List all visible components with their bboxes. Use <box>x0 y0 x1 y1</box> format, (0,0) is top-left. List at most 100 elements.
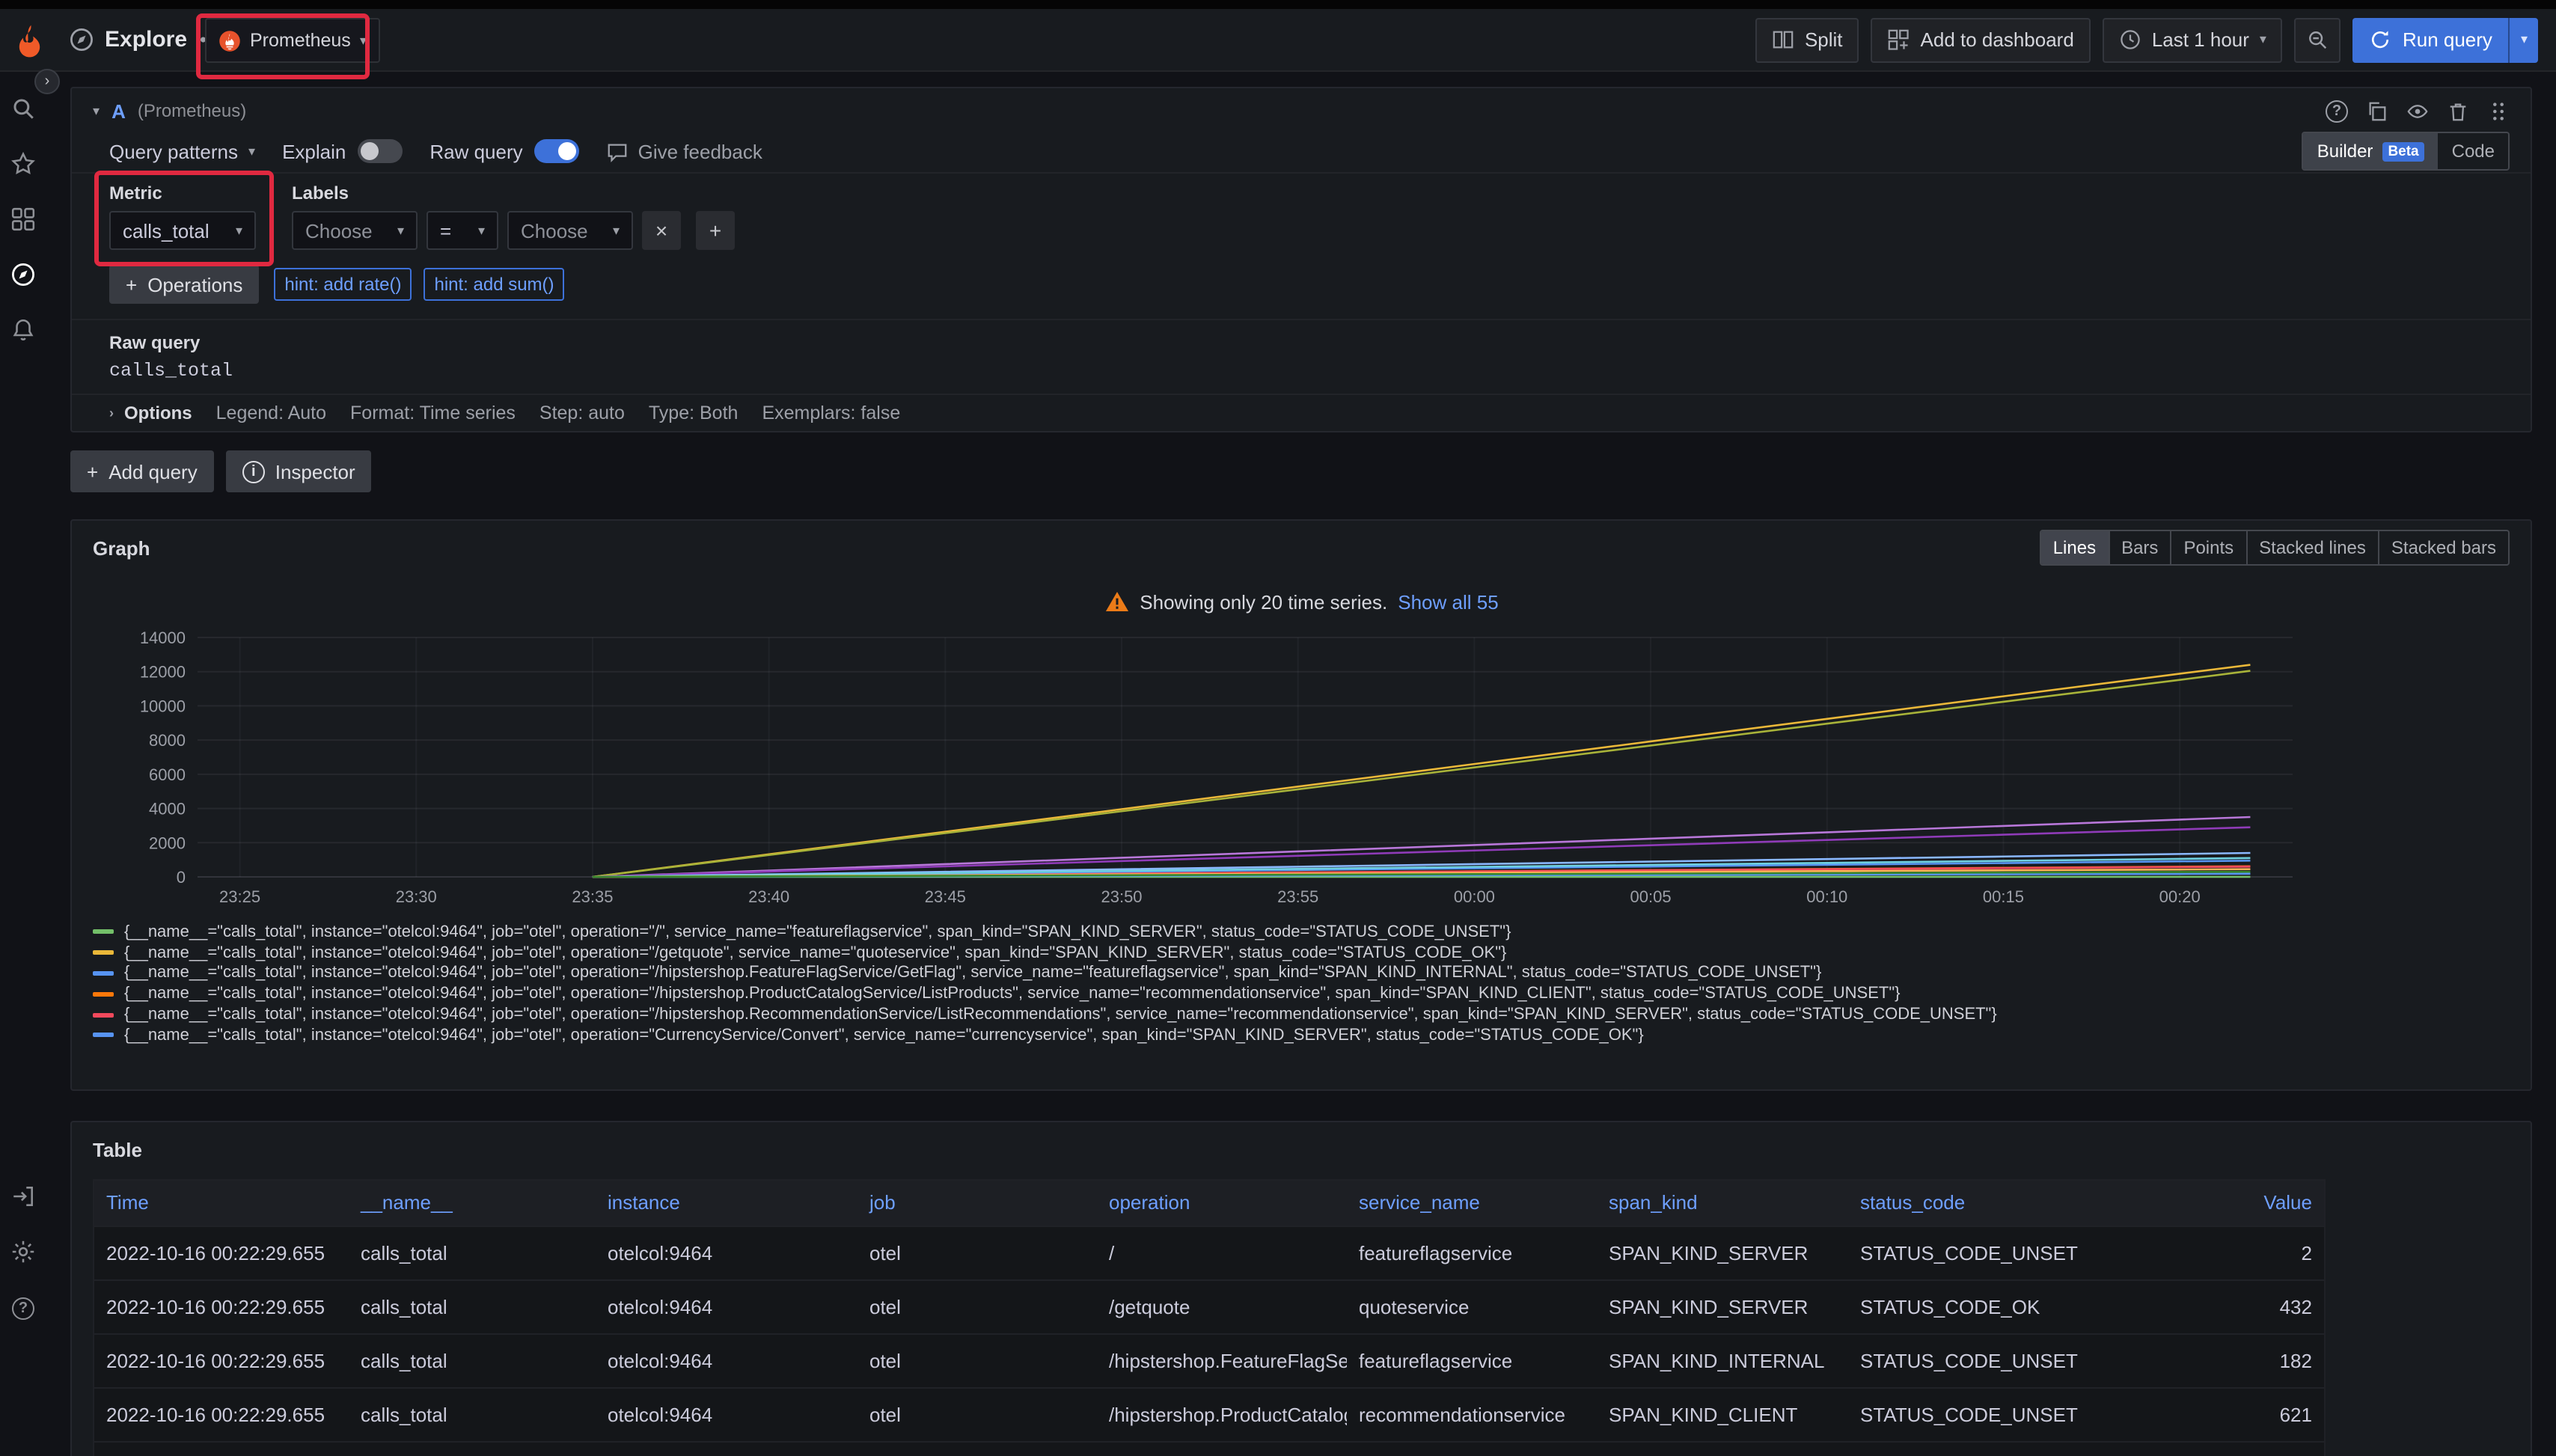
table-cell: STATUS_CODE_UNSET <box>1848 1226 2098 1279</box>
table-column-header-job[interactable]: job <box>857 1181 1097 1226</box>
compass-icon <box>69 27 94 52</box>
table-cell: 432 <box>2098 1279 2324 1333</box>
gear-icon <box>10 1239 36 1264</box>
sidebar-item-search[interactable] <box>10 96 36 121</box>
give-feedback-button[interactable]: Give feedback <box>607 140 762 162</box>
table-cell: otelcol:9464 <box>596 1387 857 1441</box>
explore-header: Explore <box>69 27 220 52</box>
table-column-header-value[interactable]: Value <box>2098 1181 2324 1226</box>
sidebar-expand-button[interactable]: › <box>34 69 60 94</box>
clock-icon <box>2119 28 2141 51</box>
table-column-header-time[interactable]: Time <box>94 1181 349 1226</box>
table-column-header--name-[interactable]: __name__ <box>349 1181 596 1226</box>
chevron-down-icon: ▾ <box>613 224 620 237</box>
table-cell: otelcol:9464 <box>596 1441 857 1456</box>
add-label-filter-button[interactable]: + <box>696 211 735 250</box>
add-query-button[interactable]: + Add query <box>70 450 214 492</box>
query-datasource-hint: (Prometheus) <box>138 100 246 121</box>
drag-handle[interactable] <box>2487 100 2510 122</box>
split-button[interactable]: Split <box>1755 17 1859 62</box>
legend-item[interactable]: {__name__="calls_total", instance="otelc… <box>93 943 2510 964</box>
add-to-dashboard-button[interactable]: Add to dashboard <box>1871 17 2091 62</box>
add-panel-icon <box>1888 28 1910 51</box>
run-query-button[interactable]: Run query <box>2353 17 2509 62</box>
metric-select[interactable]: calls_total ▾ <box>109 211 256 250</box>
options-toggle[interactable]: › Options <box>109 403 192 423</box>
run-query-dropdown[interactable]: ▾ <box>2509 17 2538 62</box>
raw-query-toggle[interactable] <box>535 139 580 163</box>
x-axis-label: 23:25 <box>219 887 260 906</box>
top-navbar: Explore › Prometheus ▾ Split <box>0 9 2556 72</box>
option-summary-item-4: Exemplars: false <box>762 403 900 423</box>
table-cell: recommendationservice <box>1347 1387 1597 1441</box>
datasource-picker[interactable]: Prometheus ▾ <box>205 18 380 63</box>
chevron-right-icon: › <box>109 406 114 420</box>
x-axis-label: 00:20 <box>2159 887 2201 906</box>
remove-query-button[interactable] <box>2447 100 2469 122</box>
query-patterns-dropdown[interactable]: Query patterns ▾ <box>109 140 255 162</box>
graph-canvas[interactable]: 23:2523:3023:3523:4023:4523:5023:5500:00… <box>93 625 2308 919</box>
sidebar-item-settings[interactable] <box>10 1239 36 1264</box>
graph-mode-bars[interactable]: Bars <box>2108 531 2170 564</box>
graph-mode-stacked-lines[interactable]: Stacked lines <box>2245 531 2378 564</box>
explain-toggle[interactable] <box>358 139 403 163</box>
table-cell: STATUS_CODE_OK <box>1848 1279 2098 1333</box>
legend-item[interactable]: {__name__="calls_total", instance="otelc… <box>93 922 2510 943</box>
table-column-header-instance[interactable]: instance <box>596 1181 857 1226</box>
query-help-button[interactable]: ? <box>2326 100 2348 122</box>
x-axis-label: 23:45 <box>925 887 966 906</box>
split-label: Split <box>1805 28 1843 51</box>
inspector-button[interactable]: i Inspector <box>226 450 372 492</box>
legend-label: {__name__="calls_total", instance="otelc… <box>124 985 1901 1003</box>
sidebar-item-dashboards[interactable] <box>10 207 36 232</box>
builder-code-switch: Builder Beta Code <box>2302 132 2510 171</box>
query-builder-body: Metric calls_total ▾ Labels Choose ▾ <box>72 174 2531 319</box>
y-axis-label: 6000 <box>149 765 186 784</box>
graph-mode-lines[interactable]: Lines <box>2041 531 2108 564</box>
collapse-query-button[interactable]: ▾ <box>93 104 100 117</box>
query-hint-button-0[interactable]: hint: add rate() <box>274 268 412 301</box>
show-all-series-link[interactable]: Show all 55 <box>1398 590 1498 613</box>
chevron-down-icon: ▾ <box>248 144 255 158</box>
sidebar-item-sign-in[interactable] <box>10 1184 36 1209</box>
graph-mode-points[interactable]: Points <box>2170 531 2245 564</box>
query-hint-button-1[interactable]: hint: add sum() <box>424 268 564 301</box>
sidebar-item-starred[interactable] <box>10 151 36 177</box>
legend-item[interactable]: {__name__="calls_total", instance="otelc… <box>93 984 2510 1005</box>
remove-label-filter-button[interactable]: × <box>642 211 681 250</box>
legend-label: {__name__="calls_total", instance="otelc… <box>124 1006 1997 1024</box>
table-column-header-service-name[interactable]: service_name <box>1347 1181 1597 1226</box>
legend-item[interactable]: {__name__="calls_total", instance="otelc… <box>93 1025 2510 1046</box>
help-icon: ? <box>2326 100 2348 122</box>
table-cell: otel <box>857 1333 1097 1387</box>
copy-query-button[interactable] <box>2366 100 2388 122</box>
table-column-header-operation[interactable]: operation <box>1097 1181 1347 1226</box>
label-operator-select[interactable]: = ▾ <box>426 211 498 250</box>
zoom-out-button[interactable] <box>2295 17 2341 62</box>
builder-mode-button[interactable]: Builder Beta <box>2304 133 2439 169</box>
hide-response-button[interactable] <box>2406 100 2429 122</box>
search-icon <box>10 96 36 121</box>
code-label: Code <box>2452 141 2495 162</box>
code-mode-button[interactable]: Code <box>2439 133 2508 169</box>
label-value-select[interactable]: Choose ▾ <box>507 211 633 250</box>
chevron-down-icon: ▾ <box>478 224 485 237</box>
query-ref-id: A <box>111 100 126 122</box>
time-range-picker[interactable]: Last 1 hour ▾ <box>2103 17 2283 62</box>
graph-mode-stacked-bars[interactable]: Stacked bars <box>2378 531 2508 564</box>
table-cell: recommendationservice <box>1347 1441 1597 1456</box>
label-key-select[interactable]: Choose ▾ <box>292 211 418 250</box>
table-cell: otel <box>857 1279 1097 1333</box>
table-cell: 2022-10-16 00:22:29.655 <box>94 1226 349 1279</box>
give-feedback-label: Give feedback <box>638 140 762 162</box>
add-operation-button[interactable]: + Operations <box>109 265 259 304</box>
legend-item[interactable]: {__name__="calls_total", instance="otelc… <box>93 1004 2510 1025</box>
operations-row: + Operations hint: add rate() hint: add s… <box>109 265 2510 304</box>
sidebar-item-alerting[interactable] <box>10 317 36 343</box>
table-column-header-status-code[interactable]: status_code <box>1848 1181 2098 1226</box>
legend-item[interactable]: {__name__="calls_total", instance="otelc… <box>93 963 2510 984</box>
table-column-header-span-kind[interactable]: span_kind <box>1597 1181 1848 1226</box>
sidebar-item-help[interactable]: ? <box>10 1294 36 1320</box>
metric-field: Metric calls_total ▾ <box>109 183 256 250</box>
sidebar-item-explore[interactable] <box>10 262 36 287</box>
